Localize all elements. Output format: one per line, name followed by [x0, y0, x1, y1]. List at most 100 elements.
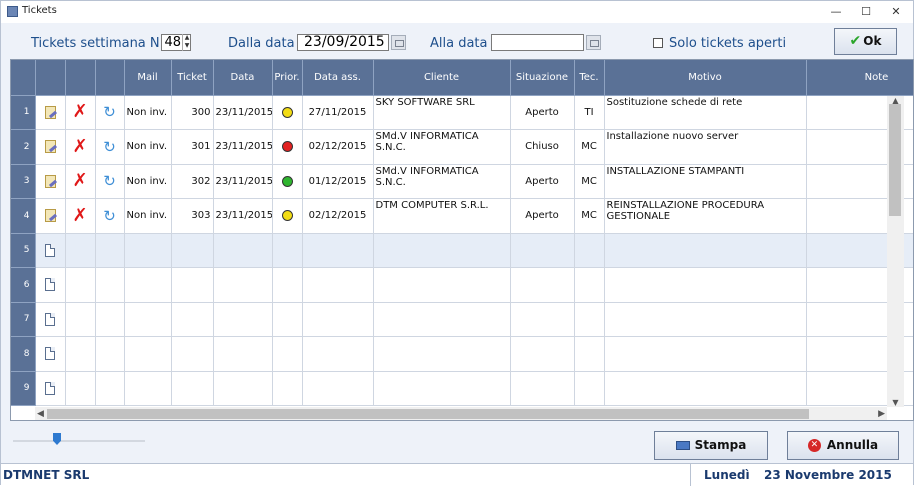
new-cell[interactable] — [35, 233, 66, 268]
tickets-window: Tickets — ☐ ✕ Tickets settimana N. 4 8 ▲ ▼… — [0, 0, 914, 486]
new-cell[interactable] — [35, 267, 66, 303]
to-date-input[interactable] — [491, 34, 584, 51]
week-spinner[interactable]: ▲ ▼ — [182, 34, 191, 51]
row-number: 5 — [11, 233, 36, 268]
refresh-cell[interactable]: ↻ — [95, 198, 125, 234]
refresh-icon[interactable]: ↻ — [102, 173, 118, 189]
tech-cell: MC — [574, 164, 605, 199]
table-row-new[interactable]: 6 — [11, 267, 913, 303]
priority-cell — [272, 95, 303, 130]
refresh-icon[interactable]: ↻ — [102, 139, 118, 155]
from-date-label: Dalla data — [228, 36, 295, 51]
priority-cell — [272, 198, 303, 234]
minimize-button[interactable]: — — [821, 1, 851, 23]
edit-cell[interactable] — [35, 95, 66, 130]
app-icon — [7, 6, 18, 17]
from-date-calendar-icon[interactable] — [391, 35, 406, 50]
table-row-new[interactable]: 5 — [11, 233, 913, 268]
new-document-icon[interactable] — [45, 243, 55, 257]
table-row-new[interactable]: 9 — [11, 371, 913, 406]
table-row-new[interactable]: 7 — [11, 302, 913, 337]
header-situazione[interactable]: Situazione — [510, 60, 575, 96]
refresh-icon[interactable]: ↻ — [102, 104, 118, 120]
header-note[interactable]: Note — [806, 60, 913, 96]
from-date-input[interactable]: 23/09/2015 — [297, 34, 389, 51]
header-data[interactable]: Data — [213, 60, 273, 96]
edit-cell[interactable] — [35, 164, 66, 199]
print-button[interactable]: Stampa — [654, 431, 768, 460]
refresh-cell[interactable]: ↻ — [95, 164, 125, 199]
zoom-slider-track[interactable] — [13, 440, 145, 442]
open-only-checkbox[interactable] — [653, 38, 663, 48]
vertical-scroll-thumb[interactable] — [889, 104, 901, 216]
ticket-cell: 301 — [171, 129, 214, 165]
header-data-ass[interactable]: Data ass. — [302, 60, 374, 96]
edit-icon[interactable] — [44, 209, 56, 223]
status-divider — [690, 464, 691, 486]
new-cell[interactable] — [35, 302, 66, 337]
new-cell[interactable] — [35, 371, 66, 406]
edit-cell[interactable] — [35, 198, 66, 234]
horizontal-scrollbar[interactable]: ◀ ▶ — [35, 407, 887, 420]
status-cell: Aperto — [510, 198, 575, 234]
edit-icon[interactable] — [44, 140, 56, 154]
close-button[interactable]: ✕ — [881, 1, 911, 23]
header-mail[interactable]: Mail — [124, 60, 172, 96]
cancel-button[interactable]: ✕ Annulla — [787, 431, 899, 460]
ticket-cell: 300 — [171, 95, 214, 130]
ticket-cell: 302 — [171, 164, 214, 199]
table-row[interactable]: 3 ✗ ↻ Non inv. 302 23/11/2015 01/12/2015… — [11, 164, 913, 199]
date-cell: 23/11/2015 — [213, 198, 273, 234]
scroll-down-icon[interactable]: ▼ — [887, 398, 904, 407]
delete-icon[interactable]: ✗ — [72, 103, 88, 121]
row-number: 7 — [11, 302, 36, 337]
new-document-icon[interactable] — [45, 347, 55, 361]
refresh-icon[interactable]: ↻ — [102, 208, 118, 224]
scroll-right-icon[interactable]: ▶ — [878, 407, 885, 420]
new-document-icon[interactable] — [45, 381, 55, 395]
maximize-button[interactable]: ☐ — [851, 1, 881, 23]
table-row-new[interactable]: 8 — [11, 336, 913, 372]
row-number: 3 — [11, 164, 36, 199]
edit-icon[interactable] — [44, 174, 56, 188]
title-bar: Tickets — ☐ ✕ — [1, 1, 913, 23]
refresh-cell[interactable]: ↻ — [95, 95, 125, 130]
mail-cell: Non inv. — [124, 129, 172, 165]
header-rownum — [11, 60, 36, 96]
tickets-grid[interactable]: Mail Ticket Data Prior. Data ass. Client… — [10, 59, 914, 421]
header-priority[interactable]: Prior. — [272, 60, 303, 96]
to-date-calendar-icon[interactable] — [586, 35, 601, 50]
header-edit — [35, 60, 66, 96]
table-row[interactable]: 2 ✗ ↻ Non inv. 301 23/11/2015 02/12/2015… — [11, 129, 913, 165]
assigned-date-cell: 02/12/2015 — [302, 198, 374, 234]
edit-cell[interactable] — [35, 129, 66, 165]
new-cell[interactable] — [35, 336, 66, 372]
scroll-left-icon[interactable]: ◀ — [37, 407, 44, 420]
delete-cell[interactable]: ✗ — [65, 164, 96, 199]
vertical-scrollbar[interactable]: ▲ ▼ — [887, 96, 904, 407]
header-motivo[interactable]: Motivo — [604, 60, 807, 96]
new-document-icon[interactable] — [45, 312, 55, 326]
delete-cell[interactable]: ✗ — [65, 129, 96, 165]
horizontal-scroll-thumb[interactable] — [47, 409, 809, 419]
refresh-cell[interactable]: ↻ — [95, 129, 125, 165]
delete-cell[interactable]: ✗ — [65, 198, 96, 234]
date-cell: 23/11/2015 — [213, 129, 273, 165]
ok-button[interactable]: ✔ Ok — [834, 28, 897, 55]
delete-cell[interactable]: ✗ — [65, 95, 96, 130]
priority-cell — [272, 129, 303, 165]
header-ticket[interactable]: Ticket — [171, 60, 214, 96]
assigned-date-cell: 27/11/2015 — [302, 95, 374, 130]
delete-icon[interactable]: ✗ — [72, 206, 88, 224]
edit-icon[interactable] — [44, 105, 56, 119]
new-document-icon[interactable] — [45, 278, 55, 292]
to-date-label: Alla data — [430, 36, 488, 51]
delete-icon[interactable]: ✗ — [72, 137, 88, 155]
zoom-slider-thumb[interactable] — [53, 433, 61, 445]
header-cliente[interactable]: Cliente — [373, 60, 511, 96]
reason-cell: INSTALLAZIONE STAMPANTI — [604, 164, 807, 199]
table-row[interactable]: 4 ✗ ↻ Non inv. 303 23/11/2015 02/12/2015… — [11, 198, 913, 234]
table-row[interactable]: 1 ✗ ↻ Non inv. 300 23/11/2015 27/11/2015… — [11, 95, 913, 130]
delete-icon[interactable]: ✗ — [72, 172, 88, 190]
header-tec[interactable]: Tec. — [574, 60, 605, 96]
